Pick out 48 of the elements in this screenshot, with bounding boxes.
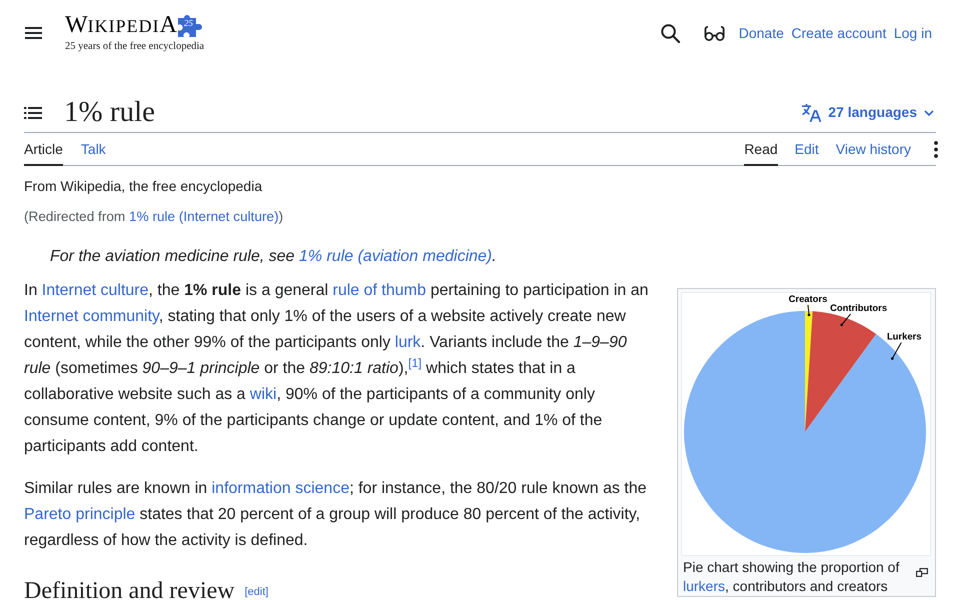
search-icon bbox=[660, 24, 680, 42]
link[interactable]: Pareto principle bbox=[24, 506, 136, 523]
tab[interactable]: View history bbox=[836, 133, 911, 166]
link[interactable]: 1% rule (aviation medicine) bbox=[299, 248, 492, 265]
menu-icon bbox=[25, 27, 42, 39]
languages-button[interactable]: 27 languages bbox=[799, 100, 936, 125]
paragraph: Similar rules are known in information science; for instance, the 80/20 rule known as the Pareto principle states that 20 percent of a group will produce 80 percent of the activity, regardless of how the activity is defined. bbox=[24, 479, 648, 551]
wikipedia-wordmark[interactable]: WIKIPEDIA bbox=[65, 13, 177, 38]
tab[interactable]: Read bbox=[744, 133, 778, 166]
section-heading: Definition and review bbox=[24, 578, 235, 600]
puzzle-piece-icon[interactable] bbox=[178, 14, 202, 38]
redirect-note: (Redirected from 1% rule (Internet culture)) bbox=[24, 208, 284, 226]
leader-line bbox=[840, 313, 852, 326]
list-icon bbox=[24, 106, 42, 118]
leader-line bbox=[891, 342, 902, 360]
link[interactable]: rule of thumb bbox=[332, 282, 426, 299]
pie-label: Creators bbox=[788, 292, 828, 304]
translate-icon bbox=[801, 103, 822, 122]
link[interactable]: lurk bbox=[394, 334, 421, 351]
edit-link[interactable]: [edit] bbox=[244, 586, 268, 598]
header-link[interactable]: Log in bbox=[894, 23, 932, 43]
tab[interactable]: Talk bbox=[80, 133, 106, 166]
figure-caption: Pie chart showing the proportion of lurkers, contributors and creators bbox=[681, 556, 932, 596]
link[interactable]: information science bbox=[212, 480, 350, 497]
vertical-dots-icon bbox=[934, 140, 938, 158]
link[interactable]: Internet community bbox=[24, 308, 159, 325]
tab[interactable]: Edit bbox=[794, 133, 819, 166]
image-frame[interactable]: Creators Contributors Lurkers bbox=[681, 292, 931, 556]
tab[interactable]: Article bbox=[24, 133, 63, 166]
paragraph: In Internet culture, the 1% rule is a general rule of thumb pertaining to participation in an Internet community, stating that only 1% of the users of a website actively create new content, while the other 99% of the participants only lurk. Variants include the 1–9–90 rule (sometimes 90–9–1 principle or the 89:10:1 ratio),$^{[1]}$ which states that in a collaborative website such as a wiki, 90% of the participants of a community only consume content, 9% of the participants change or update content, and 1% of the participants add content. bbox=[24, 281, 650, 457]
leader-line bbox=[808, 304, 810, 316]
site-subtitle: From Wikipedia, the free encyclopedia bbox=[24, 177, 264, 196]
page-title: 1% rule bbox=[64, 94, 155, 130]
header-link[interactable]: Donate bbox=[738, 23, 784, 43]
chevron-down-icon bbox=[924, 110, 934, 116]
header-link[interactable]: Create account bbox=[791, 23, 886, 43]
pie-label: Contributors bbox=[830, 302, 888, 313]
link[interactable]: Internet culture bbox=[42, 282, 149, 299]
logo-tagline: 25 years of the free encyclopedia bbox=[65, 42, 204, 53]
hatnote-text: For the aviation medicine rule, see 1% rule (aviation medicine). bbox=[49, 247, 498, 267]
anniversary-number: 25 bbox=[184, 19, 193, 28]
enlarge-icon bbox=[916, 568, 928, 577]
link[interactable]: wiki bbox=[250, 386, 277, 403]
citation-link[interactable]: [1] bbox=[408, 356, 422, 370]
glasses-icon bbox=[704, 26, 725, 40]
link[interactable]: lurkers bbox=[683, 578, 726, 594]
link[interactable]: 1% rule (Internet culture) bbox=[129, 209, 279, 224]
pie-label: Lurkers bbox=[886, 330, 922, 342]
